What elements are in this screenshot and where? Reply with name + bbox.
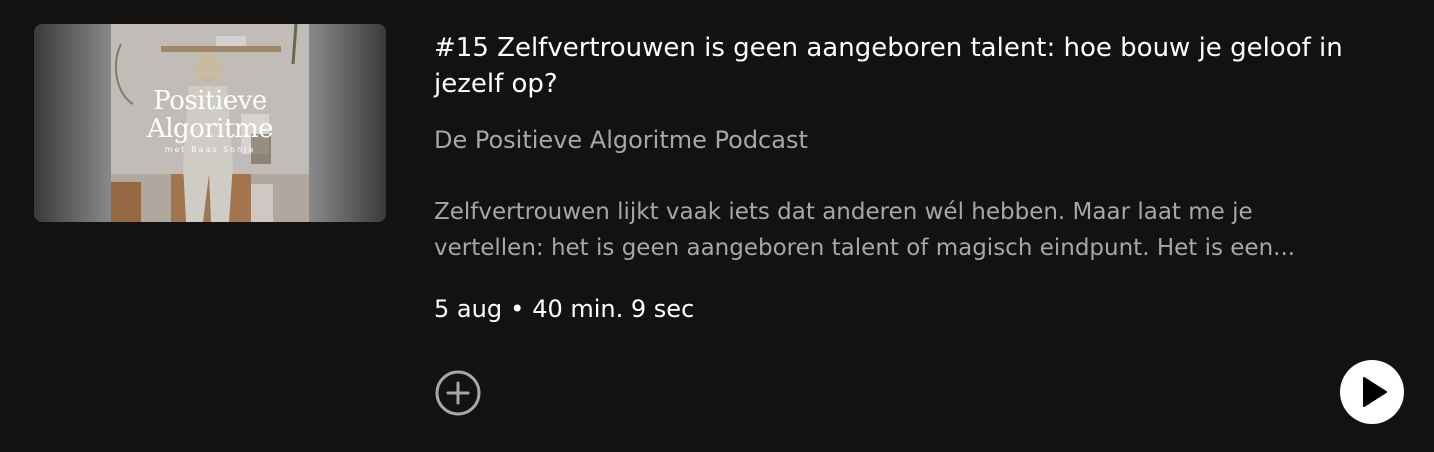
episode-card[interactable]: Positieve Algoritme met Baas Sonja #15 Z… (0, 0, 1434, 452)
episode-duration: 40 min. 9 sec (532, 295, 695, 323)
release-date: 5 aug (434, 295, 503, 323)
cover-title-line1: Positieve (153, 86, 267, 116)
plus-circle-icon (435, 370, 481, 416)
episode-cover[interactable]: Positieve Algoritme met Baas Sonja (34, 24, 386, 222)
cover-title-line2: Algoritme (146, 114, 274, 144)
add-to-library-button[interactable] (434, 369, 482, 417)
play-icon (1363, 377, 1387, 407)
episode-description: Zelfvertrouwen lijkt vaak iets dat ander… (434, 199, 1296, 261)
episode-meta: 5 aug • 40 min. 9 sec (434, 293, 694, 325)
cover-art-image: Positieve Algoritme met Baas Sonja (111, 24, 309, 222)
meta-separator: • (510, 295, 525, 323)
cover-subtitle: met Baas Sonja (164, 145, 256, 154)
show-name[interactable]: De Positieve Algoritme Podcast (434, 124, 808, 156)
play-button[interactable] (1340, 360, 1404, 424)
episode-title[interactable]: #15 Zelfvertrouwen is geen aangeboren ta… (434, 30, 1409, 102)
